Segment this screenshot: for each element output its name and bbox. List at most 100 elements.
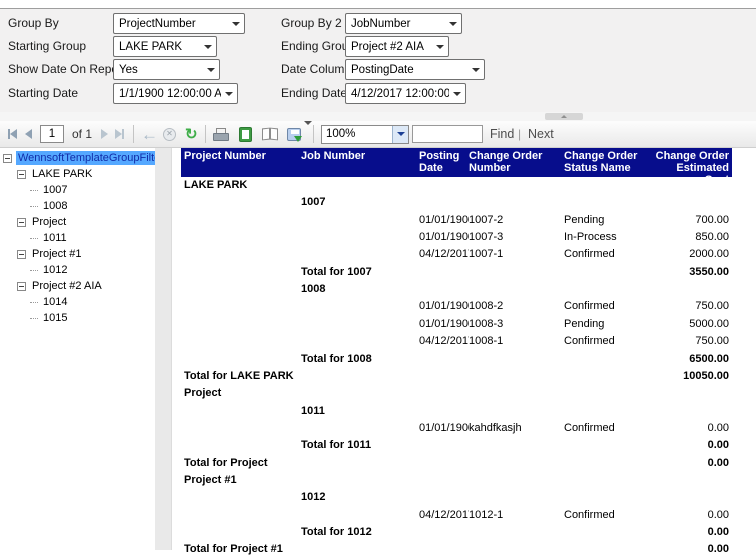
tree-node-label[interactable]: 1015	[41, 311, 69, 325]
next-page-button[interactable]	[101, 121, 108, 147]
tree-node-label[interactable]: 1008	[41, 199, 69, 213]
tree-node-label[interactable]: 1011	[41, 231, 69, 245]
last-page-icon	[115, 129, 122, 139]
report-row: 01/01/19001008-2Confirmed750.00	[181, 300, 732, 317]
tree-node-label[interactable]: Project #1	[30, 247, 84, 261]
job-total-cost: 0.00	[654, 526, 732, 543]
group-by-2-dropdown[interactable]: JobNumber	[345, 13, 462, 34]
refresh-button[interactable]: ↻	[185, 121, 198, 147]
tree-leaf-node[interactable]: 1007	[30, 182, 69, 198]
chevron-down-icon	[221, 92, 237, 96]
find-input[interactable]	[412, 125, 483, 143]
collapse-icon[interactable]	[17, 250, 26, 259]
posting-date-cell: 01/01/1900	[419, 214, 469, 231]
job-group-label: 1011	[301, 405, 419, 422]
report-row: Project #1	[181, 474, 732, 491]
report-row: Total for LAKE PARK10050.00	[181, 370, 732, 387]
posting-date-cell: 04/12/2017	[419, 335, 469, 352]
starting-date-dropdown[interactable]: 1/1/1900 12:00:00 AM	[113, 83, 238, 104]
posting-date-cell: 04/12/2017	[419, 509, 469, 526]
job-total-cost: 3550.00	[654, 266, 732, 283]
report-row: 04/12/20171008-1Confirmed750.00	[181, 335, 732, 352]
stop-button[interactable]: ✕	[163, 121, 176, 147]
tree-leaf-node[interactable]: 1015	[30, 310, 69, 326]
ending-group-dropdown[interactable]: Project #2 AIA	[345, 36, 449, 57]
collapse-icon[interactable]	[3, 154, 12, 163]
change-order-status-cell: Confirmed	[564, 422, 654, 439]
change-order-status-cell: In-Process	[564, 231, 654, 248]
tree-node-label[interactable]: LAKE PARK	[30, 167, 94, 181]
change-order-number-cell: 1008-1	[469, 335, 564, 352]
tree-node-label[interactable]: 1007	[41, 183, 69, 197]
previous-page-button[interactable]	[25, 121, 32, 147]
tree-leaf-node[interactable]: 1012	[30, 262, 69, 278]
next-link[interactable]: Next	[528, 127, 554, 141]
collapse-icon[interactable]	[17, 170, 26, 179]
report-row: 01/01/1900kahdfkasjhConfirmed0.00	[181, 422, 732, 439]
tree-node-label[interactable]: WennsoftTemplateGroupFilterD	[16, 151, 155, 165]
report-row: 1007	[181, 196, 732, 213]
current-page-input[interactable]	[40, 125, 64, 143]
tree-group-node[interactable]: Project #2 AIA	[17, 278, 104, 294]
change-order-number-cell: 1008-3	[469, 318, 564, 335]
tree-node-label[interactable]: Project	[30, 215, 68, 229]
stop-icon: ✕	[163, 128, 176, 141]
print-button[interactable]	[213, 121, 229, 147]
export-button[interactable]	[287, 121, 312, 147]
group-by-label: Group By	[8, 13, 59, 34]
report-content: WennsoftTemplateGroupFilterD LAKE PARK 100…	[0, 148, 756, 558]
parameters-collapse-grip[interactable]	[545, 113, 583, 120]
posting-date-cell: 01/01/1900	[419, 422, 469, 439]
change-order-status-cell: Pending	[564, 318, 654, 335]
tree-node-label[interactable]: 1012	[41, 263, 69, 277]
project-total-label: Total for Project #1	[181, 543, 301, 558]
tree-leaf-node[interactable]: 1014	[30, 294, 69, 310]
change-order-number-cell: kahdfkasjh	[469, 422, 564, 439]
tree-leaf-node[interactable]: 1008	[30, 198, 69, 214]
tree-connector	[30, 190, 38, 191]
group-by-dropdown[interactable]: ProjectNumber	[113, 13, 245, 34]
report-row: 01/01/19001007-3In-Process850.00	[181, 231, 732, 248]
report-viewer-toolbar: of 1 ← ✕ ↻ 100% Find | Next	[0, 121, 756, 148]
back-button[interactable]: ←	[141, 121, 158, 147]
tree-connector	[30, 206, 38, 207]
starting-group-dropdown[interactable]: LAKE PARK	[113, 36, 217, 57]
column-header: Change Order Status Name	[564, 148, 654, 177]
print-layout-icon	[239, 127, 252, 142]
change-order-number-cell: 1007-2	[469, 214, 564, 231]
change-order-number-cell: 1007-1	[469, 248, 564, 265]
document-map-splitter[interactable]	[155, 148, 172, 550]
export-icon	[287, 128, 301, 141]
posting-date-cell: 01/01/1900	[419, 300, 469, 317]
first-page-button[interactable]	[8, 121, 17, 147]
report-row: Total for Project0.00	[181, 457, 732, 474]
date-column-dropdown[interactable]: PostingDate	[345, 59, 485, 80]
report-row: 1008	[181, 283, 732, 300]
report-row: 1011	[181, 405, 732, 422]
tree-node-label[interactable]: 1014	[41, 295, 69, 309]
show-date-dropdown[interactable]: Yes	[113, 59, 220, 80]
collapse-icon[interactable]	[17, 218, 26, 227]
chevron-down-icon	[432, 45, 448, 49]
tree-leaf-node[interactable]: 1011	[30, 230, 69, 246]
print-layout-button[interactable]	[239, 121, 252, 147]
tree-node-label[interactable]: Project #2 AIA	[30, 279, 104, 293]
posting-date-cell: 04/12/2017	[419, 248, 469, 265]
tree-group-node[interactable]: Project #1	[17, 246, 84, 262]
change-order-number-cell: 1012-1	[469, 509, 564, 526]
find-next-divider: |	[518, 127, 521, 141]
ending-date-dropdown[interactable]: 4/12/2017 12:00:00 AM	[345, 83, 466, 104]
job-total-cost: 0.00	[654, 439, 732, 456]
tree-group-node[interactable]: LAKE PARK	[17, 166, 94, 182]
page-setup-button[interactable]	[262, 121, 278, 147]
last-page-button[interactable]	[115, 121, 124, 147]
tree-root-node[interactable]: WennsoftTemplateGroupFilterD	[3, 150, 155, 166]
chevron-down-icon	[304, 125, 312, 143]
find-link[interactable]: Find	[490, 127, 514, 141]
change-order-status-cell: Confirmed	[564, 248, 654, 265]
tree-group-node[interactable]: Project	[17, 214, 68, 230]
zoom-select[interactable]: 100%	[321, 125, 409, 144]
posting-date-cell: 01/01/1900	[419, 318, 469, 335]
collapse-icon[interactable]	[17, 282, 26, 291]
job-group-label: 1012	[301, 491, 419, 508]
